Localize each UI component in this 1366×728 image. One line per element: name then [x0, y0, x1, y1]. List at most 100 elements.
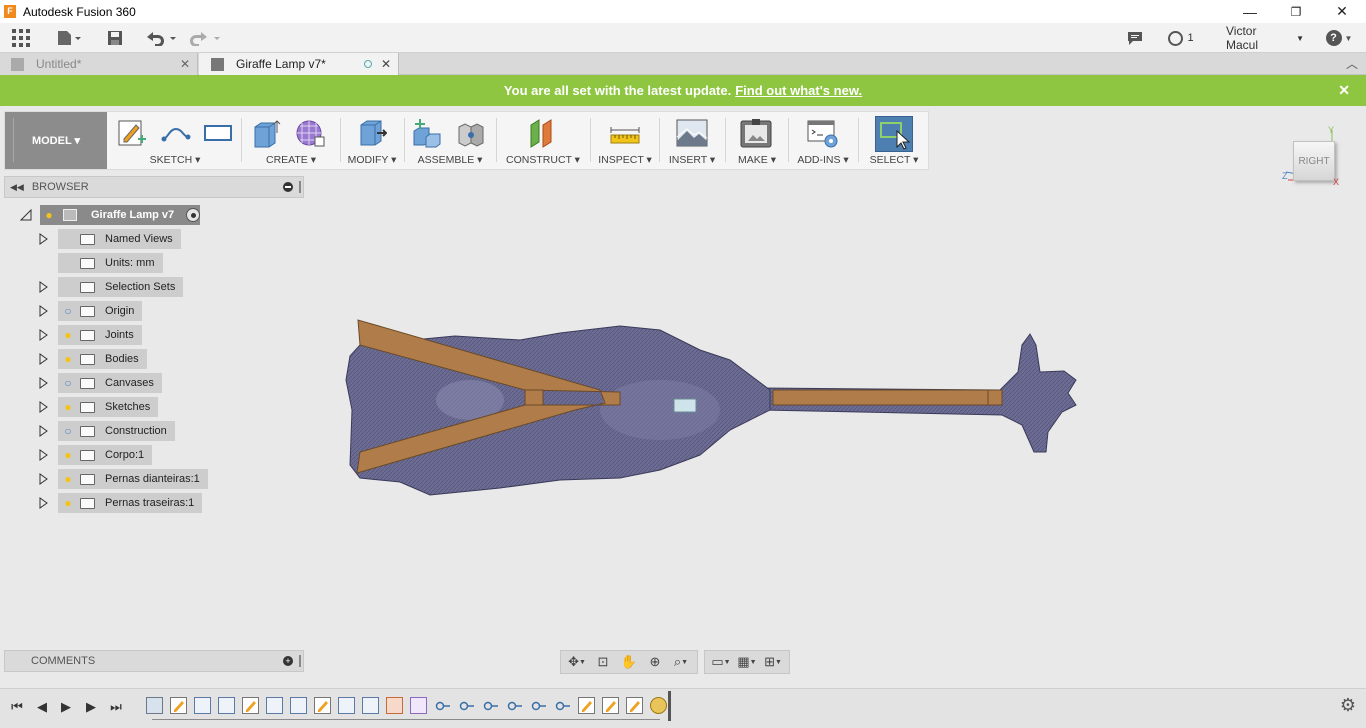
visibility-bulb-icon[interactable]: ● — [62, 448, 74, 462]
pan-icon[interactable]: ✋ — [616, 652, 642, 672]
visibility-bulb-icon[interactable]: ● — [62, 328, 74, 342]
go-to-start-icon[interactable]: ⏮ — [7, 697, 27, 717]
banner-close-icon[interactable]: ✕ — [1338, 82, 1350, 99]
data-panel-grid-icon[interactable] — [10, 27, 32, 49]
redo-icon[interactable] — [188, 27, 222, 49]
minimize-button[interactable]: — — [1227, 0, 1273, 23]
sidebar-item-joints[interactable]: ● Joints — [58, 325, 142, 345]
sidebar-item-origin[interactable]: ○ Origin — [58, 301, 143, 321]
rectangle-icon[interactable] — [202, 117, 234, 149]
expand-triangle-icon[interactable] — [38, 377, 48, 389]
scripts-addins-icon[interactable] — [807, 117, 839, 149]
timeline-body-feature-icon[interactable] — [266, 697, 283, 714]
orbit-icon[interactable]: ✥ ▼ — [564, 652, 590, 672]
expand-triangle-icon[interactable] — [38, 281, 48, 293]
timeline-extrude-feature-icon[interactable] — [362, 697, 379, 714]
close-tab-icon[interactable]: ✕ — [180, 57, 190, 71]
browser-row[interactable]: ○ Canvases — [38, 373, 162, 393]
root-component[interactable]: ● Giraffe Lamp v7 — [40, 205, 201, 225]
sidebar-item-corpo-1[interactable]: ● Corpo:1 — [58, 445, 153, 465]
browser-row[interactable]: ● Bodies — [38, 349, 147, 369]
viewcube[interactable]: RIGHT Y X Z — [1282, 125, 1339, 187]
whats-new-link[interactable]: Find out what's new. — [735, 83, 862, 98]
timeline-sketch-feature-icon[interactable] — [242, 697, 259, 714]
sidebar-item-pernas-traseiras-1[interactable]: ● Pernas traseiras:1 — [58, 493, 203, 513]
zoom-window-icon[interactable]: ⌕ ▼ — [668, 652, 694, 672]
visibility-bulb-icon[interactable]: ○ — [62, 424, 74, 438]
timeline-joint-feature-icon[interactable] — [458, 697, 475, 714]
timeline-sketch-feature-icon[interactable] — [314, 697, 331, 714]
3d-print-icon[interactable] — [740, 117, 772, 149]
activate-radio-icon[interactable] — [186, 208, 201, 222]
new-component-icon[interactable] — [410, 117, 442, 149]
sidebar-item-canvases[interactable]: ○ Canvases — [58, 373, 162, 393]
visibility-bulb-icon[interactable]: ● — [62, 352, 74, 366]
add-ins-group[interactable]: ADD-INS ▾ — [791, 112, 855, 169]
inspect-group[interactable]: INSPECT ▾ — [593, 112, 657, 169]
sketch-group[interactable]: SKETCH ▾ — [111, 112, 239, 169]
wood-joint[interactable] — [524, 389, 544, 406]
timeline-settings-gear-icon[interactable]: ⚙ — [1340, 695, 1356, 716]
assemble-group[interactable]: ASSEMBLE ▾ — [407, 112, 493, 169]
browser-row[interactable]: Units: mm — [38, 253, 163, 273]
extrude-icon[interactable] — [249, 117, 281, 149]
wood-neck-end[interactable] — [987, 389, 1003, 406]
tab-untitled[interactable]: Untitled* ✕ — [0, 53, 198, 75]
sidebar-item-bodies[interactable]: ● Bodies — [58, 349, 147, 369]
visibility-bulb-icon[interactable]: ● — [62, 496, 74, 510]
timeline-form-feature-icon[interactable] — [410, 697, 427, 714]
construct-group[interactable]: CONSTRUCT ▾ — [499, 112, 587, 169]
user-menu[interactable]: Victor Macul ▼ — [1226, 24, 1304, 52]
timeline-canvas-feature-icon[interactable] — [146, 697, 163, 714]
play-icon[interactable]: ▶ — [56, 697, 76, 717]
collapse-tabs-icon[interactable]: ︿ — [1346, 55, 1358, 72]
browser-row[interactable]: Named Views — [38, 229, 181, 249]
browser-row[interactable]: Selection Sets — [38, 277, 184, 297]
expand-triangle-icon[interactable] — [38, 233, 48, 245]
timeline-joint-feature-icon[interactable] — [482, 697, 499, 714]
giraffe-model-viewport[interactable] — [330, 300, 1100, 510]
file-menu-icon[interactable] — [54, 27, 84, 49]
save-icon[interactable] — [104, 27, 126, 49]
joint-icon[interactable] — [455, 117, 487, 149]
timeline-construct-feature-icon[interactable] — [386, 697, 403, 714]
viewcube-face[interactable]: RIGHT — [1293, 141, 1335, 181]
timeline-joint-feature-icon[interactable] — [530, 697, 547, 714]
sidebar-item-sketches[interactable]: ● Sketches — [58, 397, 159, 417]
timeline-joint-feature-icon[interactable] — [434, 697, 451, 714]
comments-icon[interactable] — [1124, 27, 1146, 49]
timeline-sketch-feature-icon[interactable] — [626, 697, 643, 714]
create-group[interactable]: CREATE ▾ — [245, 112, 337, 169]
tab-giraffe-lamp[interactable]: Giraffe Lamp v7* ✕ — [199, 53, 399, 75]
timeline-body-feature-icon[interactable] — [338, 697, 355, 714]
look-at-icon[interactable]: ⊡ — [590, 652, 616, 672]
expand-triangle-icon[interactable] — [38, 473, 48, 485]
expand-triangle-icon[interactable] — [38, 329, 48, 341]
socket-part[interactable] — [673, 398, 697, 413]
collapse-triangle-icon[interactable] — [19, 208, 32, 221]
make-group[interactable]: MAKE ▾ — [728, 112, 786, 169]
select-group[interactable]: SELECT ▾ — [861, 112, 927, 169]
collapse-browser-icon[interactable]: ◀◀ — [10, 182, 24, 193]
timeline-sketch-feature-icon[interactable] — [170, 697, 187, 714]
sidebar-item-units-mm[interactable]: Units: mm — [58, 253, 163, 273]
create-sketch-icon[interactable] — [116, 117, 148, 149]
visibility-bulb-icon[interactable]: ○ — [62, 376, 74, 390]
add-comment-icon[interactable]: + — [283, 656, 293, 666]
timeline-joint-feature-icon[interactable] — [506, 697, 523, 714]
browser-root-row[interactable]: ● Giraffe Lamp v7 — [19, 205, 201, 225]
modify-group[interactable]: MODIFY ▾ — [343, 112, 401, 169]
close-button[interactable]: ✕ — [1319, 0, 1365, 23]
expand-triangle-icon[interactable] — [38, 353, 48, 365]
expand-triangle-icon[interactable] — [38, 305, 48, 317]
press-pull-icon[interactable] — [355, 117, 387, 149]
visibility-bulb-icon[interactable]: ● — [62, 400, 74, 414]
undo-icon[interactable] — [144, 27, 178, 49]
browser-row[interactable]: ● Joints — [38, 325, 142, 345]
timeline-component-feature-icon[interactable] — [650, 697, 667, 714]
timeline-sketch-feature-icon[interactable] — [602, 697, 619, 714]
timeline-extrude-feature-icon[interactable] — [218, 697, 235, 714]
sidebar-item-selection-sets[interactable]: Selection Sets — [58, 277, 184, 297]
sidebar-item-named-views[interactable]: Named Views — [58, 229, 181, 249]
step-back-icon[interactable]: ◀ — [32, 697, 52, 717]
